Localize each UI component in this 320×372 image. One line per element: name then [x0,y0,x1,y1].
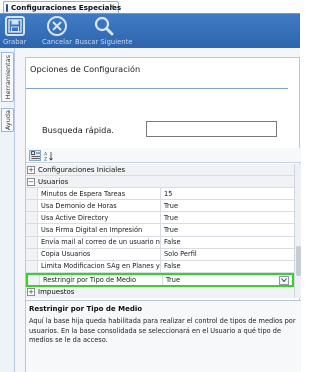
categorized-icon[interactable] [29,150,41,161]
tab-configuraciones-especiales[interactable]: Configuraciones Especiales × [3,1,122,13]
cancel-button[interactable]: Cancelar [42,16,72,46]
property-row[interactable]: Usa Firma Digital en Impresión True [26,224,294,237]
tab-ayuda[interactable]: Ayuda [1,108,14,132]
row-gutter [26,188,38,200]
chevron-down-icon[interactable] [279,275,289,285]
property-value[interactable]: True [161,226,294,234]
collapse-icon[interactable]: − [27,177,35,186]
expand-icon[interactable]: + [27,165,35,174]
row-gutter [26,248,38,260]
search-next-button[interactable]: Buscar Siguiente [75,16,132,46]
row-gutter [26,212,38,224]
grid-scrollbar-thumb[interactable] [296,246,301,276]
row-gutter [26,236,38,248]
property-name: Usa Firma Digital en Impresión [38,224,161,236]
property-row[interactable]: Copia Usuarios Solo Perfil [26,248,294,261]
property-name: Restringir por Tipo de Medio [40,274,163,285]
quick-search-label: Busqueda rápida. [42,125,114,135]
save-icon [4,16,25,36]
expand-icon[interactable]: + [27,288,35,297]
search-next-label: Buscar Siguiente [75,38,133,46]
property-name: Limita Modificacion SAg en Planes y Pres [38,260,161,272]
close-icon[interactable]: × [108,3,116,11]
title-divider [26,88,288,89]
panel-title: Opciones de Configuración [30,64,141,74]
property-row[interactable]: Envía mail al correo de un usuario nuevo… [26,236,294,249]
row-gutter [26,224,38,236]
tab-title: Configuraciones Especiales [11,3,122,12]
description-pane: Restringir por Tipo de Medio Aquí la bas… [26,300,301,372]
search-icon [94,16,114,36]
description-title: Restringir por Tipo de Medio [29,305,143,313]
property-row[interactable]: Usa Demonio de Horas True [26,200,294,213]
property-value[interactable]: False [161,238,294,246]
row-gutter [26,260,38,272]
property-value[interactable]: 15 [161,190,294,198]
grid-scrollbar[interactable] [294,164,301,298]
property-value[interactable]: True [161,214,294,222]
category-row[interactable]: + Configuraciones Iniciales [26,164,294,177]
tab-herramientas-label: Herramientas [3,54,12,100]
save-button[interactable]: Grabar [3,16,27,46]
property-name: Minutos de Espera Tareas [38,188,161,200]
cancel-label: Cancelar [42,38,72,46]
category-label: Configuraciones Iniciales [38,165,126,174]
property-row-selected[interactable]: Restringir por Tipo de Medio True [26,272,294,287]
save-label: Grabar [3,38,27,46]
property-value[interactable]: Solo Perfil [161,250,294,258]
category-label: Impuestos [38,288,75,297]
property-grid: AZ + Configuraciones Iniciales − Usuarios Mi… [26,148,301,372]
window-icon [6,3,8,12]
row-gutter [26,200,38,212]
description-text: Aquí la base hija queda habilitada para … [29,317,296,344]
tab-bar: Configuraciones Especiales × [0,0,300,13]
category-row[interactable]: − Usuarios [26,176,294,189]
sort-alphabetical-icon[interactable]: AZ [43,150,55,161]
category-row[interactable]: + Impuestos [26,286,294,298]
tab-ayuda-label: Ayuda [3,109,12,131]
svg-text:Z: Z [44,156,47,161]
property-row[interactable]: Usa Active Directory True [26,212,294,225]
property-name: Usa Demonio de Horas [38,200,161,212]
side-panel-tabs: Herramientas Ayuda [0,48,15,372]
property-name: Copia Usuarios [38,248,161,260]
property-row[interactable]: Limita Modificacion SAg en Planes y Pres… [26,260,294,273]
toolbar: Grabar Cancelar Buscar Siguiente [0,13,300,48]
property-name: Usa Active Directory [38,212,161,224]
quick-search-input[interactable] [146,121,277,137]
category-label: Usuarios [38,177,69,186]
property-grid-rows: + Configuraciones Iniciales − Usuarios Minut… [26,164,294,298]
property-row[interactable]: Minutos de Espera Tareas 15 [26,188,294,201]
property-name: Envía mail al correo de un usuario nuevo [38,236,161,248]
property-value[interactable]: True [163,276,292,284]
tab-herramientas[interactable]: Herramientas [1,52,14,102]
main-area: Opciones de Configuración Busqueda rápid… [15,48,301,372]
row-gutter [28,274,40,285]
property-value[interactable]: True [161,202,294,210]
options-panel: Opciones de Configuración Busqueda rápid… [25,57,301,372]
property-value[interactable]: False [161,262,294,270]
cancel-icon [47,16,67,36]
property-grid-toolbar: AZ [26,148,301,163]
